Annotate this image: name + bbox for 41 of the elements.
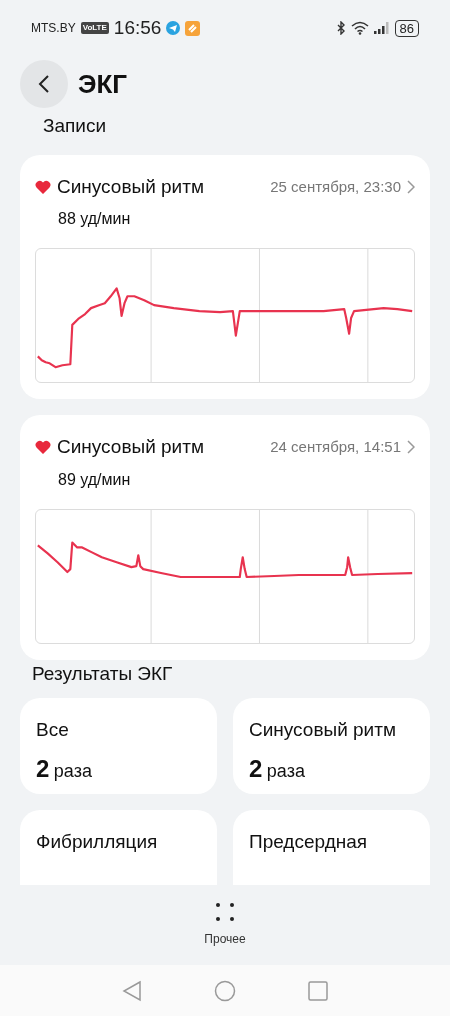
paper-plane-icon [166,21,181,35]
more-icon [215,902,235,922]
result-label: Все [36,718,70,742]
result-card[interactable]: Синусовый ритм 2 раза [233,698,430,794]
back-nav-icon[interactable] [122,979,142,1002]
more-button[interactable]: Прочее [204,930,246,948]
battery-indicator: 86 [394,19,419,37]
rhythm-label: Синусовый ритм [57,174,204,199]
record-date: 25 сентября, 23:30 [270,176,401,197]
result-label: Предсердная [249,830,369,854]
volte-badge: VoLTE [80,22,109,34]
record-date: 24 сентября, 14:51 [270,437,401,457]
app-icon [185,20,201,36]
bluetooth-icon [335,21,346,35]
heart-rate: 89 уд/мин [58,469,132,490]
heart-icon [35,440,51,455]
signal-icon [373,22,390,34]
result-label: Фибрилляция [36,830,159,854]
ecg-record-card[interactable]: Синусовый ритм 25 сентября, 23:30 88 уд/мин [20,154,430,399]
chevron-icon [407,179,415,194]
result-count: 2 раза [249,753,306,784]
result-card[interactable]: Фибрилляция [20,810,217,885]
result-label: Синусовый ритм [249,718,397,742]
heart-rate: 88 уд/мин [58,209,132,229]
section-title: Результаты ЭКГ [32,661,173,686]
ecg-record-card[interactable]: Синусовый ритм 24 сентября, 14:51 89 уд/мин [20,415,430,660]
recents-nav-icon[interactable] [308,980,328,1001]
back-icon [38,74,50,94]
rhythm-label: Синусовый ритм [57,435,204,459]
back-button[interactable] [20,60,68,108]
chevron-icon [407,440,415,455]
result-card[interactable]: Предсердная [233,810,430,885]
result-card[interactable]: Все 2 раза [20,698,217,794]
heart-icon [35,179,51,194]
page-title: ЭКГ [78,67,128,101]
wifi-icon [350,21,369,35]
home-nav-icon[interactable] [214,979,236,1002]
carrier-label: MTS.BY [31,20,76,37]
clock: 16:56 [113,15,162,40]
result-count: 2 раза [36,753,93,784]
section-title: Записи [43,114,107,138]
